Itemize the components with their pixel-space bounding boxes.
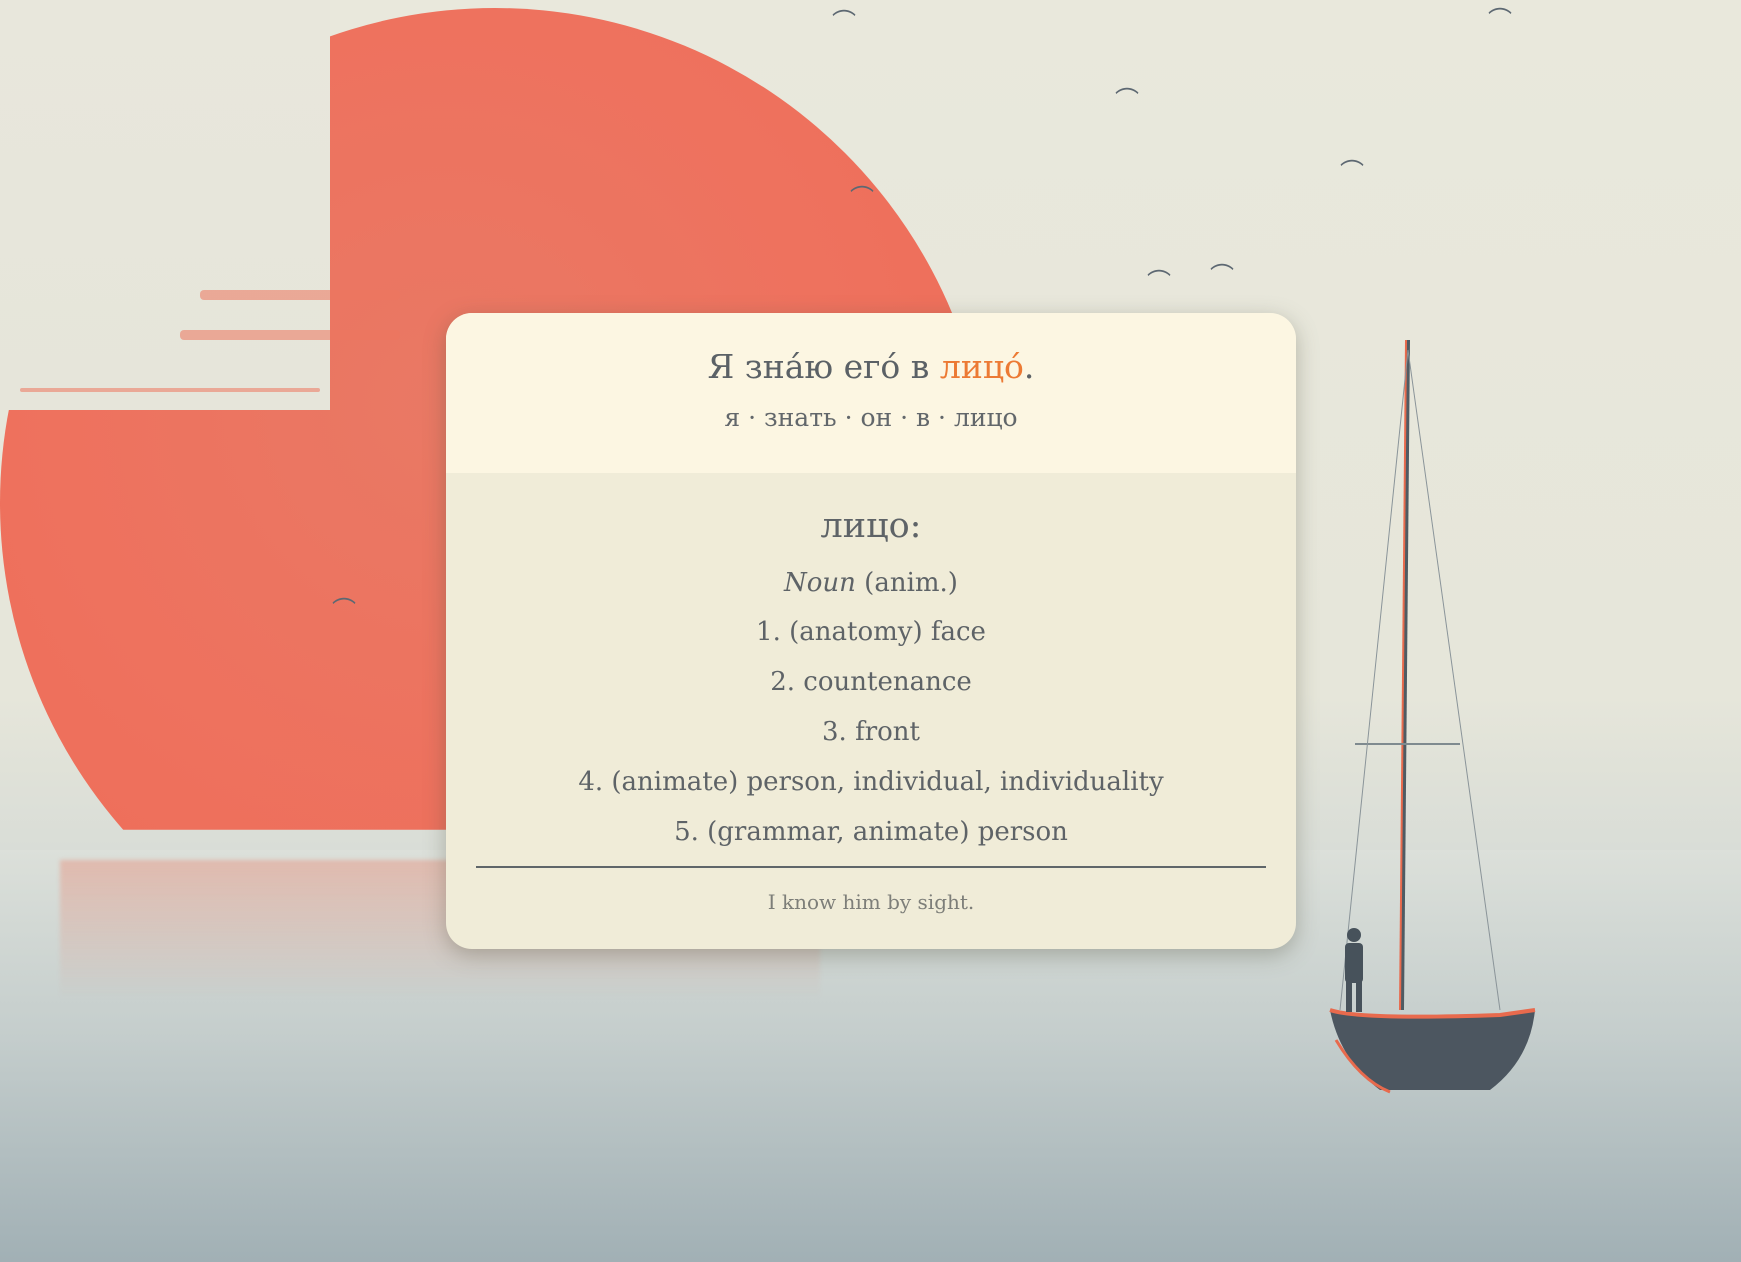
paint-streak (200, 290, 400, 300)
bird-icon: ⌒ (1340, 158, 1364, 186)
person-figure-icon (1345, 928, 1363, 1012)
definition-item: 5. (grammar, animate) person (674, 817, 1068, 847)
sentence-text-after: . (1023, 347, 1035, 386)
sailboat-icon (1329, 339, 1536, 1094)
divider (476, 866, 1266, 868)
part-of-speech: Noun (anim.) (446, 568, 1296, 598)
definition-item: 2. countenance (770, 667, 972, 697)
bird-icon: ⌒ (332, 596, 356, 624)
card-front: Я зна́ю его́ в лицо́. я · знать · он · в… (446, 313, 1296, 473)
bird-icon: ⌒ (1210, 262, 1234, 290)
bird-icon: ⌒ (832, 8, 856, 36)
bird-icon: ⌒ (1488, 6, 1512, 34)
paint-streak (20, 388, 320, 392)
paint-streak (180, 330, 400, 340)
lemma-breakdown: я · знать · он · в · лицо (724, 403, 1018, 433)
pos-label: Noun (784, 568, 856, 598)
flashcard[interactable]: Я зна́ю его́ в лицо́. я · знать · он · в… (446, 313, 1296, 949)
sun-cutout (0, 0, 330, 410)
bird-icon: ⌒ (850, 184, 874, 212)
sentence-text-before: Я зна́ю его́ в (707, 347, 940, 386)
definition-item: 1. (anatomy) face (756, 617, 986, 647)
pos-note: (anim.) (855, 568, 958, 598)
bird-icon: ⌒ (1115, 86, 1139, 114)
definition-item: 3. front (822, 717, 920, 747)
headword: лицо: (820, 506, 922, 546)
target-word: лицо́ (939, 347, 1024, 386)
definition-item: 4. (animate) person, individual, individ… (578, 767, 1164, 797)
sentence-translation: I know him by sight. (767, 890, 975, 914)
bird-icon: ⌒ (1147, 268, 1171, 296)
example-sentence: Я зна́ю его́ в лицо́. (446, 347, 1296, 386)
card-back: лицо: Noun (anim.) 1. (anatomy) face 2. … (446, 473, 1296, 914)
